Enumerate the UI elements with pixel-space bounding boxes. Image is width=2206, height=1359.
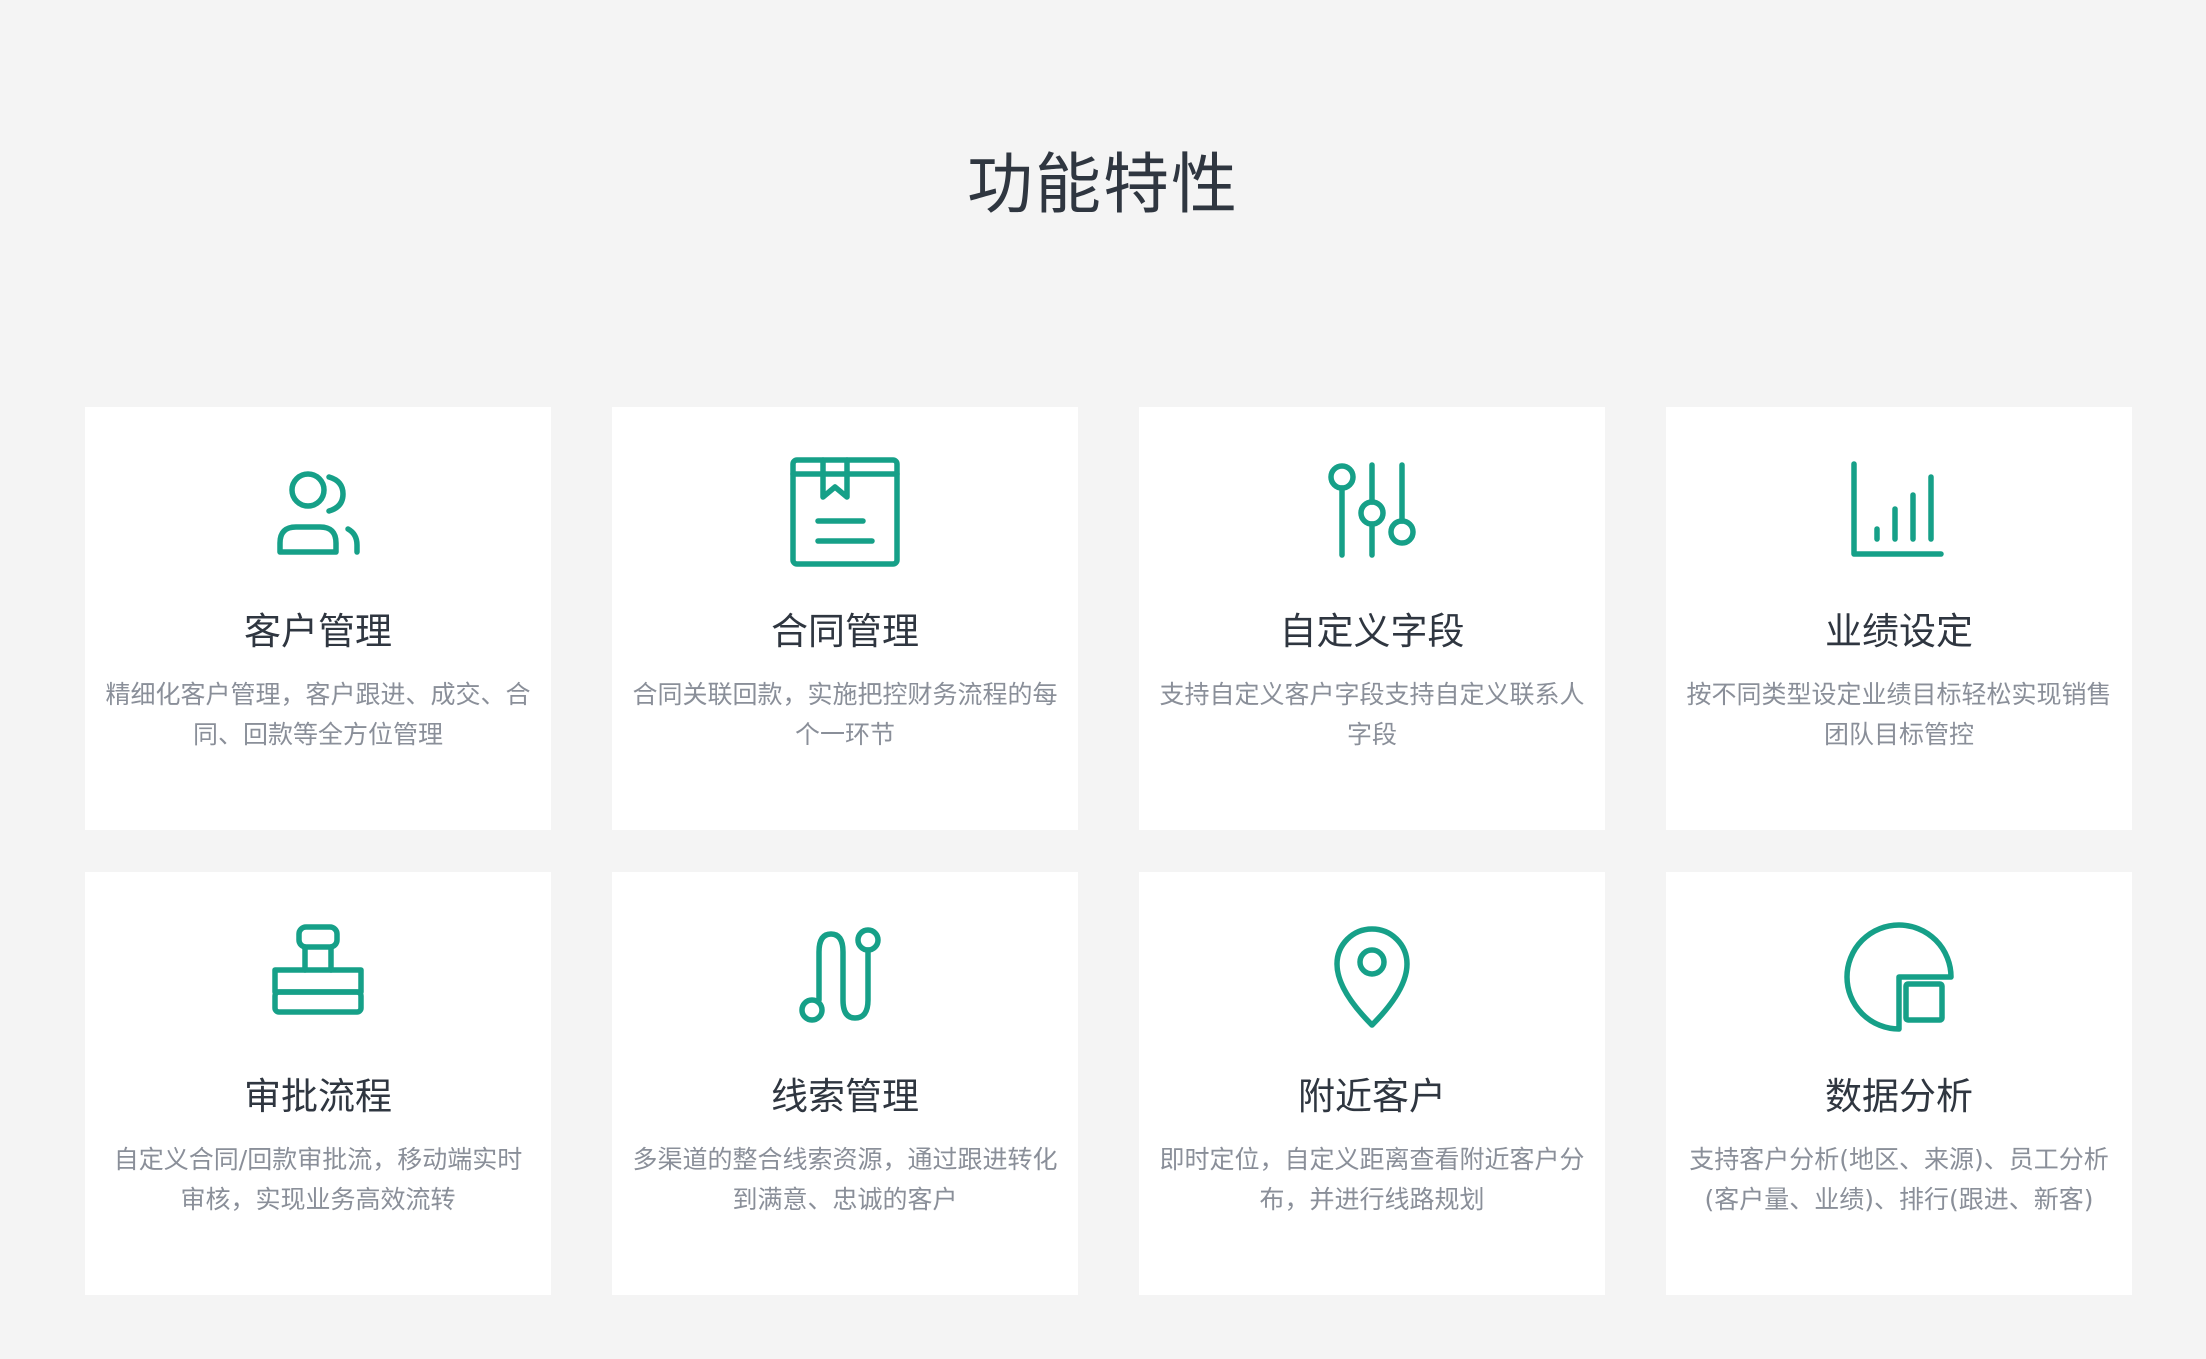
- location-pin-icon: [1317, 922, 1427, 1032]
- bar-chart-icon: [1844, 457, 1954, 567]
- features-section: 功能特性 客户管理 精细化客户管理，客户跟进、成交、合同、回款等全方位管理 合同…: [0, 0, 2206, 1359]
- route-icon: [790, 922, 900, 1032]
- pie-chart-icon: [1844, 922, 1954, 1032]
- feature-card-analytics[interactable]: 数据分析 支持客户分析(地区、来源)、员工分析(客户量、业绩)、排行(跟进、新客…: [1666, 872, 2132, 1295]
- section-title: 功能特性: [967, 146, 1239, 223]
- feature-card-performance[interactable]: 业绩设定 按不同类型设定业绩目标轻松实现销售团队目标管控: [1666, 407, 2132, 830]
- feature-desc: 支持客户分析(地区、来源)、员工分析(客户量、业绩)、排行(跟进、新客): [1689, 1145, 2109, 1214]
- feature-card-leads[interactable]: 线索管理 多渠道的整合线索资源，通过跟进转化到满意、忠诚的客户: [612, 872, 1078, 1295]
- feature-title: 附近客户: [1298, 1075, 1446, 1118]
- feature-desc: 按不同类型设定业绩目标轻松实现销售团队目标管控: [1686, 680, 2112, 749]
- feature-title: 自定义字段: [1279, 610, 1465, 653]
- feature-title: 数据分析: [1825, 1075, 1973, 1118]
- users-icon: [263, 457, 373, 567]
- feature-desc: 多渠道的整合线索资源，通过跟进转化到满意、忠诚的客户: [632, 1145, 1058, 1214]
- feature-title: 业绩设定: [1825, 610, 1973, 653]
- feature-desc: 合同关联回款，实施把控财务流程的每个一环节: [632, 680, 1058, 749]
- feature-desc: 精细化客户管理，客户跟进、成交、合同、回款等全方位管理: [105, 680, 531, 749]
- features-grid: 客户管理 精细化客户管理，客户跟进、成交、合同、回款等全方位管理 合同管理 合同…: [85, 407, 2132, 1295]
- feature-card-custom-fields[interactable]: 自定义字段 支持自定义客户字段支持自定义联系人字段: [1139, 407, 1605, 830]
- feature-desc: 自定义合同/回款审批流，移动端实时审核，实现业务高效流转: [113, 1145, 523, 1214]
- contract-book-icon: [790, 457, 900, 567]
- feature-desc: 支持自定义客户字段支持自定义联系人字段: [1159, 680, 1585, 749]
- feature-card-nearby[interactable]: 附近客户 即时定位，自定义距离查看附近客户分布，并进行线路规划: [1139, 872, 1605, 1295]
- feature-title: 客户管理: [244, 610, 392, 653]
- sliders-icon: [1317, 457, 1427, 567]
- feature-card-approval[interactable]: 审批流程 自定义合同/回款审批流，移动端实时审核，实现业务高效流转: [85, 872, 551, 1295]
- stamp-icon: [263, 922, 373, 1032]
- feature-card-contract[interactable]: 合同管理 合同关联回款，实施把控财务流程的每个一环节: [612, 407, 1078, 830]
- feature-title: 审批流程: [244, 1075, 392, 1118]
- feature-title: 合同管理: [771, 610, 919, 653]
- feature-title: 线索管理: [771, 1075, 919, 1118]
- feature-desc: 即时定位，自定义距离查看附近客户分布，并进行线路规划: [1159, 1145, 1585, 1214]
- feature-card-customer[interactable]: 客户管理 精细化客户管理，客户跟进、成交、合同、回款等全方位管理: [85, 407, 551, 830]
